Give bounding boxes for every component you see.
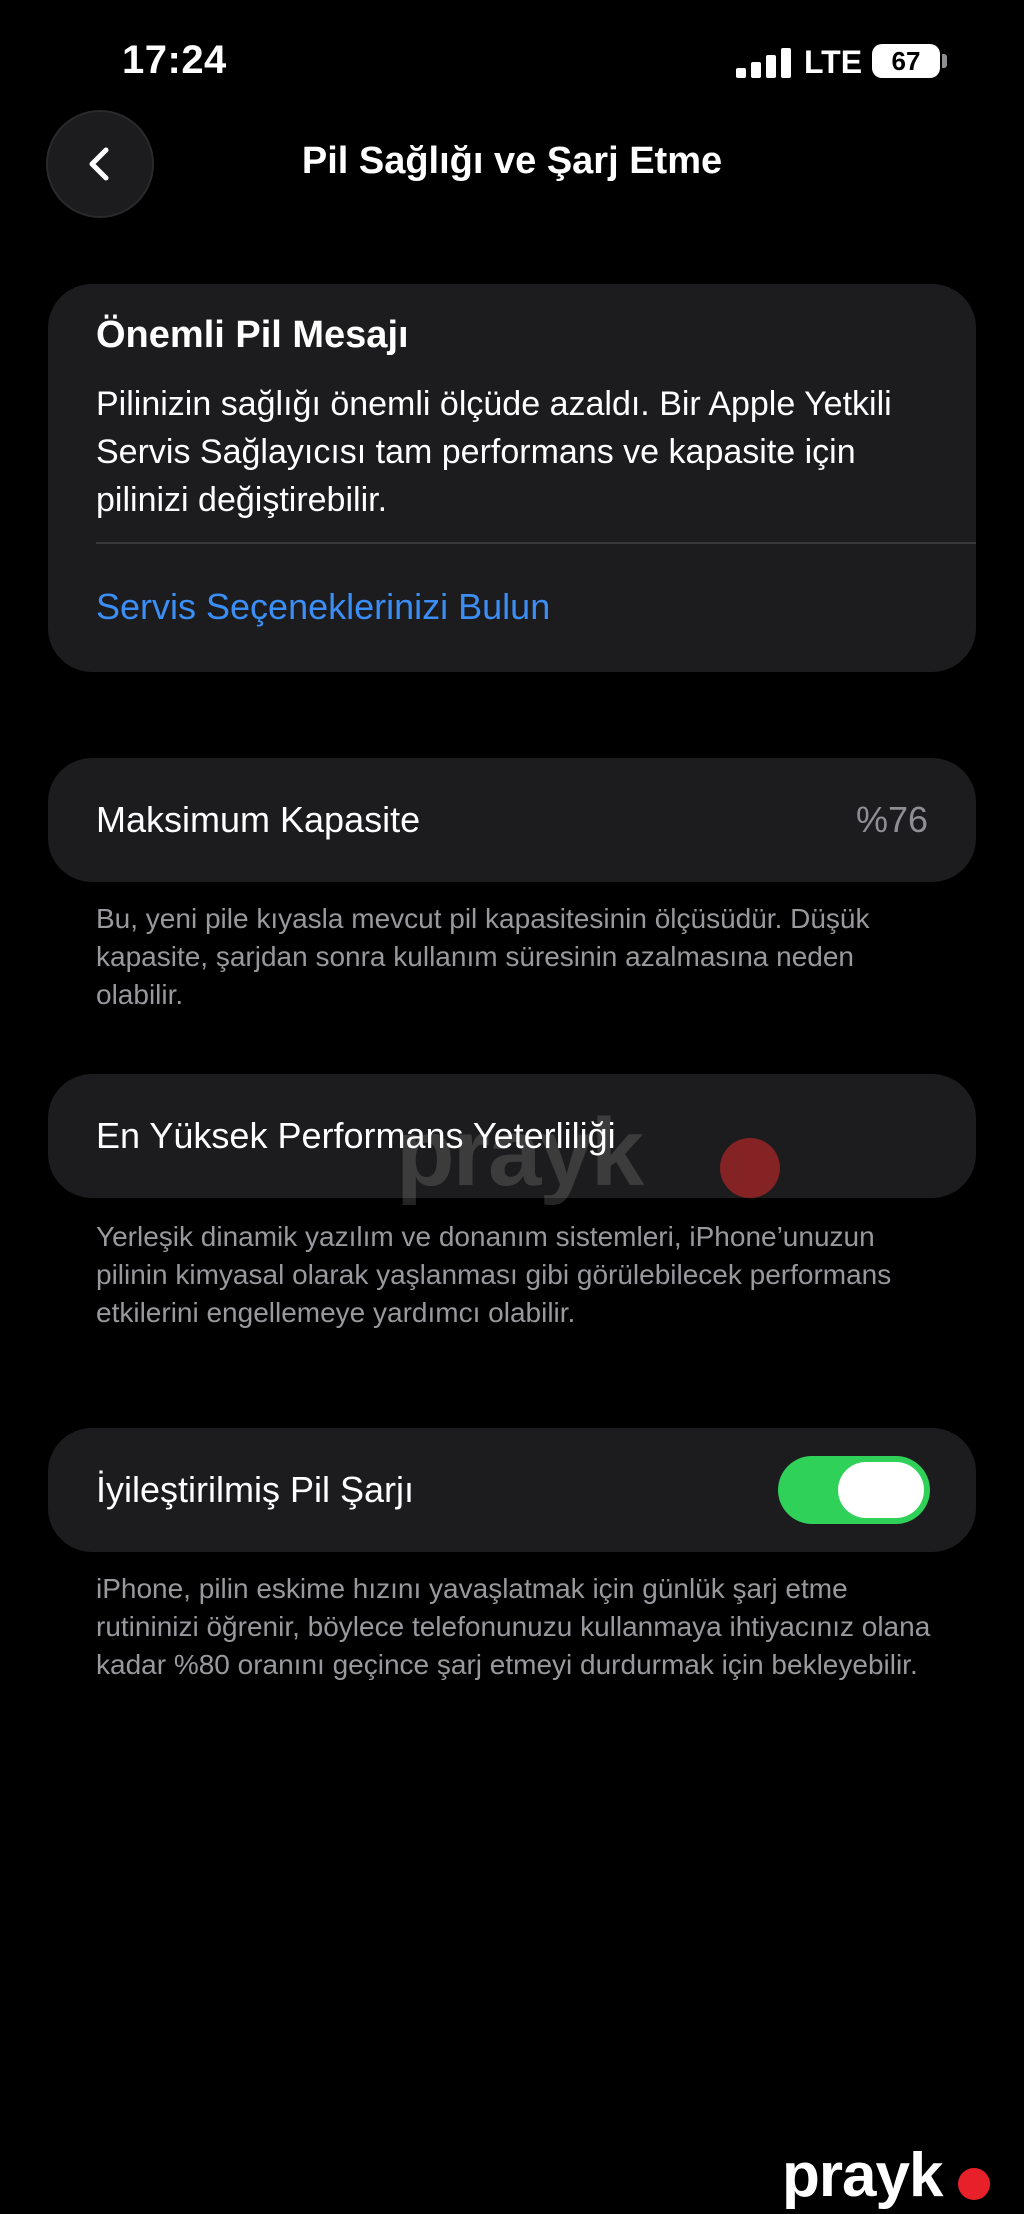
watermark-text: prayk <box>396 1099 644 1206</box>
page-title: Pil Sağlığı ve Şarj Etme <box>301 140 723 182</box>
optimized-charging-toggle[interactable] <box>778 1456 930 1524</box>
watermark-dot <box>720 1138 780 1198</box>
message-title: Önemli Pil Mesajı <box>96 314 409 356</box>
battery-message-card: Önemli Pil Mesajı Pilinizin sağlığı önem… <box>48 284 976 672</box>
network-type: LTE <box>804 44 863 80</box>
capacity-footnote: Bu, yeni pile kıyasla mevcut pil kapasit… <box>96 903 870 1010</box>
battery-icon: 67 <box>872 44 940 78</box>
optimized-charging-row: İyileştirilmiş Pil Şarjı <box>48 1428 976 1552</box>
cellular-signal-icon <box>736 48 792 78</box>
optimized-charging-label: İyileştirilmiş Pil Şarjı <box>96 1469 415 1510</box>
charging-footnote: iPhone, pilin eskime hızını yavaşlatmak … <box>96 1573 931 1680</box>
battery-level: 67 <box>891 46 921 76</box>
divider <box>96 542 976 544</box>
brand-logo: prayk <box>782 2141 943 2210</box>
battery-cap <box>942 54 947 68</box>
status-time: 17:24 <box>122 38 227 82</box>
service-options-link[interactable]: Servis Seçeneklerinizi Bulun <box>96 586 550 628</box>
status-bar: 17:24 LTE 67 <box>0 0 1024 120</box>
max-capacity-value: %76 <box>855 799 928 840</box>
max-capacity-label: Maksimum Kapasite <box>96 799 421 840</box>
max-capacity-row: Maksimum Kapasite %76 <box>48 758 976 882</box>
performance-footnote: Yerleşik dinamik yazılım ve donanım sist… <box>96 1221 892 1328</box>
toggle-knob <box>838 1462 924 1518</box>
brand-logo-dot <box>958 2168 990 2200</box>
message-body: Pilinizin sağlığı önemli ölçüde azaldı. … <box>96 385 892 519</box>
